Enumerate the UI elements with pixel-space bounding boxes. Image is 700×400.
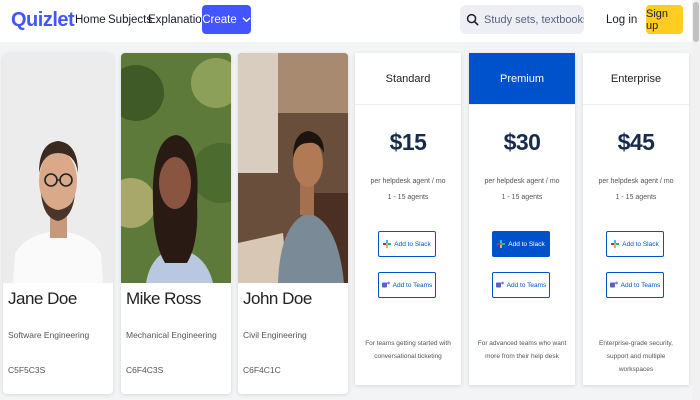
plan-agent-range: 1 - 15 agents [615, 194, 657, 201]
person-name: Mike Ross [126, 289, 201, 308]
search-icon [466, 13, 479, 26]
add-to-teams-button[interactable]: Add to Teams [606, 272, 664, 298]
add-to-slack-button[interactable]: Add to Slack [378, 231, 436, 257]
plan-description: Enterprise-grade security, support and m… [599, 340, 673, 373]
teams-label: Add to Teams [620, 281, 661, 289]
scrollbar-thumb[interactable] [693, 2, 699, 42]
person-card: Jane Doe Software Engineering C5F5C3S [3, 53, 113, 394]
add-to-slack-button[interactable]: Add to Slack [492, 231, 550, 257]
plan-card-standard: Standard $15 per helpdesk agent / mo 1 -… [355, 53, 461, 385]
plan-agent-range: 1 - 15 agents [387, 194, 429, 201]
plan-name: Enterprise [583, 53, 689, 105]
nav-link-home[interactable]: Home [75, 14, 106, 26]
person-role: Civil Engineering [243, 330, 307, 340]
slack-icon [611, 240, 620, 248]
plan-description: For teams getting started with conversat… [365, 340, 451, 360]
person-role: Software Engineering [8, 330, 90, 340]
person-name: John Doe [243, 289, 312, 308]
slack-label: Add to Slack [394, 240, 431, 248]
search-input[interactable] [484, 13, 584, 26]
search-bar[interactable] [460, 5, 584, 34]
person-photo [238, 53, 348, 283]
plan-price: $45 [617, 129, 655, 155]
nav-link-subjects[interactable]: Subjects [108, 14, 152, 26]
create-label: Create [202, 13, 237, 26]
plan-price: $15 [389, 129, 427, 155]
plan-description: For advanced teams who want more from th… [477, 340, 567, 360]
create-button[interactable]: Create [202, 5, 251, 34]
person-card: Mike Ross Mechanical Engineering C6F4C3S [121, 53, 231, 394]
teams-label: Add to Teams [506, 281, 547, 289]
plan-per-agent: per helpdesk agent / mo [598, 178, 674, 185]
teams-icon [495, 281, 504, 288]
teams-icon [381, 281, 390, 288]
quizlet-logo[interactable]: Quizlet [11, 9, 75, 32]
plan-per-agent: per helpdesk agent / mo [484, 178, 560, 185]
login-button[interactable]: Log in [606, 14, 637, 26]
plan-name: Standard [355, 53, 461, 105]
plan-per-agent: per helpdesk agent / mo [370, 178, 446, 185]
teams-label: Add to Teams [392, 281, 433, 289]
slack-label: Add to Slack [508, 240, 545, 248]
plan-price: $30 [503, 129, 541, 155]
add-to-teams-button[interactable]: Add to Teams [378, 272, 436, 298]
person-photo [121, 53, 231, 283]
plan-agent-range: 1 - 15 agents [501, 194, 543, 201]
person-name: Jane Doe [8, 289, 77, 308]
slack-icon [383, 240, 392, 248]
page-scrollbar[interactable] [692, 0, 700, 400]
plan-card-enterprise: Enterprise $45 per helpdesk agent / mo 1… [583, 53, 689, 385]
plan-name: Premium [469, 53, 575, 105]
slack-label: Add to Slack [622, 240, 659, 248]
plan-card-premium: Premium $30 per helpdesk agent / mo 1 - … [469, 53, 575, 385]
slack-icon [497, 240, 506, 248]
signup-button[interactable]: Sign up [646, 5, 683, 34]
person-id: C6F4C1C [243, 365, 281, 375]
add-to-slack-button[interactable]: Add to Slack [606, 231, 664, 257]
person-photo [3, 53, 113, 283]
person-card: John Doe Civil Engineering C6F4C1C [238, 53, 348, 394]
top-nav: Quizlet Home Subjects Explanations Creat… [0, 0, 700, 42]
person-role: Mechanical Engineering [126, 330, 217, 340]
person-id: C5F5C3S [8, 365, 46, 375]
person-id: C6F4C3S [126, 365, 164, 375]
chevron-down-icon [242, 17, 251, 23]
add-to-teams-button[interactable]: Add to Teams [492, 272, 550, 298]
teams-icon [609, 281, 618, 288]
